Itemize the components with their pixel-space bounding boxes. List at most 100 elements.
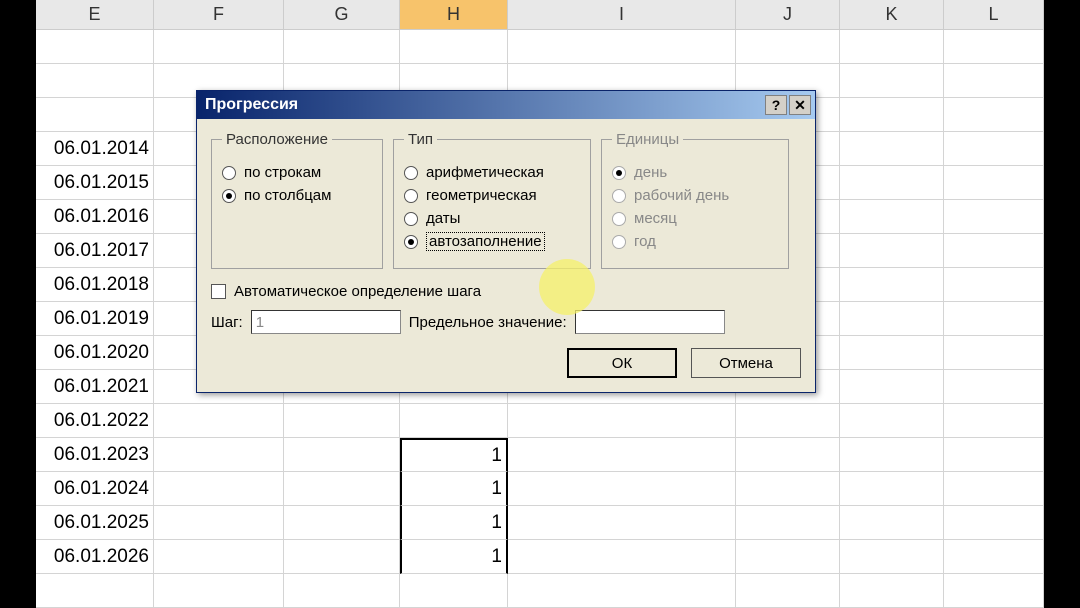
cell[interactable] <box>36 64 154 98</box>
cell[interactable] <box>508 438 736 472</box>
help-button[interactable]: ? <box>765 95 787 115</box>
cell[interactable] <box>840 302 944 336</box>
step-input[interactable] <box>251 310 401 334</box>
col-header-L[interactable]: L <box>944 0 1044 29</box>
col-header-F[interactable]: F <box>154 0 284 29</box>
cell[interactable] <box>840 574 944 608</box>
limit-input[interactable] <box>575 310 725 334</box>
cell[interactable] <box>840 166 944 200</box>
col-header-E[interactable]: E <box>36 0 154 29</box>
cell[interactable] <box>944 234 1044 268</box>
cell[interactable] <box>36 98 154 132</box>
cell[interactable] <box>508 404 736 438</box>
cell[interactable] <box>508 574 736 608</box>
cancel-button[interactable]: Отмена <box>691 348 801 378</box>
cell[interactable] <box>840 234 944 268</box>
cell[interactable] <box>284 540 400 574</box>
cell[interactable] <box>944 64 1044 98</box>
cell[interactable] <box>36 574 154 608</box>
cell[interactable] <box>944 166 1044 200</box>
cell[interactable] <box>840 336 944 370</box>
cell[interactable] <box>944 336 1044 370</box>
cell[interactable]: 1 <box>400 472 508 506</box>
cell[interactable] <box>840 404 944 438</box>
cell[interactable]: 06.01.2017 <box>36 234 154 268</box>
cell[interactable] <box>508 472 736 506</box>
cell[interactable]: 06.01.2024 <box>36 472 154 506</box>
cell[interactable]: 1 <box>400 506 508 540</box>
cell[interactable] <box>400 30 508 64</box>
col-header-K[interactable]: K <box>840 0 944 29</box>
cell[interactable] <box>284 506 400 540</box>
radio-type-3[interactable]: автозаполнение <box>404 233 580 250</box>
cell[interactable]: 06.01.2026 <box>36 540 154 574</box>
col-header-I[interactable]: I <box>508 0 736 29</box>
cell[interactable] <box>736 438 840 472</box>
cell[interactable] <box>284 438 400 472</box>
cell[interactable] <box>736 30 840 64</box>
cell[interactable] <box>736 472 840 506</box>
cell[interactable] <box>944 30 1044 64</box>
cell[interactable]: 06.01.2021 <box>36 370 154 404</box>
cell[interactable]: 06.01.2025 <box>36 506 154 540</box>
cell[interactable] <box>400 404 508 438</box>
cell[interactable] <box>36 30 154 64</box>
cell[interactable] <box>944 472 1044 506</box>
ok-button[interactable]: ОК <box>567 348 677 378</box>
cell[interactable] <box>508 30 736 64</box>
cell[interactable] <box>736 540 840 574</box>
cell[interactable] <box>284 404 400 438</box>
radio-layout-0[interactable]: по строкам <box>222 164 372 181</box>
cell[interactable]: 06.01.2022 <box>36 404 154 438</box>
radio-layout-1[interactable]: по столбцам <box>222 187 372 204</box>
auto-step-checkbox[interactable]: Автоматическое определение шага <box>211 283 801 300</box>
close-button[interactable]: ✕ <box>789 95 811 115</box>
cell[interactable]: 06.01.2018 <box>36 268 154 302</box>
cell[interactable] <box>508 540 736 574</box>
cell[interactable] <box>154 438 284 472</box>
cell[interactable]: 1 <box>400 540 508 574</box>
col-header-J[interactable]: J <box>736 0 840 29</box>
cell[interactable] <box>736 404 840 438</box>
cell[interactable] <box>944 302 1044 336</box>
cell[interactable] <box>154 30 284 64</box>
col-header-G[interactable]: G <box>284 0 400 29</box>
col-header-H[interactable]: H <box>400 0 508 29</box>
cell[interactable] <box>840 472 944 506</box>
cell[interactable] <box>840 64 944 98</box>
cell[interactable]: 1 <box>400 438 508 472</box>
cell[interactable] <box>154 404 284 438</box>
cell[interactable] <box>840 30 944 64</box>
radio-type-0[interactable]: арифметическая <box>404 164 580 181</box>
cell[interactable] <box>840 98 944 132</box>
cell[interactable] <box>840 370 944 404</box>
cell[interactable]: 06.01.2016 <box>36 200 154 234</box>
cell[interactable] <box>154 540 284 574</box>
radio-type-2[interactable]: даты <box>404 210 580 227</box>
cell[interactable] <box>840 268 944 302</box>
cell[interactable] <box>154 574 284 608</box>
cell[interactable] <box>840 438 944 472</box>
cell[interactable] <box>840 132 944 166</box>
cell[interactable] <box>944 200 1044 234</box>
cell[interactable]: 06.01.2014 <box>36 132 154 166</box>
cell[interactable] <box>944 438 1044 472</box>
cell[interactable] <box>284 30 400 64</box>
cell[interactable]: 06.01.2023 <box>36 438 154 472</box>
cell[interactable] <box>284 472 400 506</box>
cell[interactable]: 06.01.2020 <box>36 336 154 370</box>
cell[interactable] <box>840 506 944 540</box>
dialog-titlebar[interactable]: Прогрессия ? ✕ <box>197 91 815 119</box>
cell[interactable] <box>508 506 736 540</box>
cell[interactable] <box>154 506 284 540</box>
cell[interactable] <box>840 200 944 234</box>
cell[interactable] <box>840 540 944 574</box>
cell[interactable] <box>944 268 1044 302</box>
cell[interactable]: 06.01.2019 <box>36 302 154 336</box>
cell[interactable]: 06.01.2015 <box>36 166 154 200</box>
cell[interactable] <box>944 132 1044 166</box>
cell[interactable] <box>944 506 1044 540</box>
cell[interactable] <box>944 98 1044 132</box>
cell[interactable] <box>736 506 840 540</box>
cell[interactable] <box>944 370 1044 404</box>
